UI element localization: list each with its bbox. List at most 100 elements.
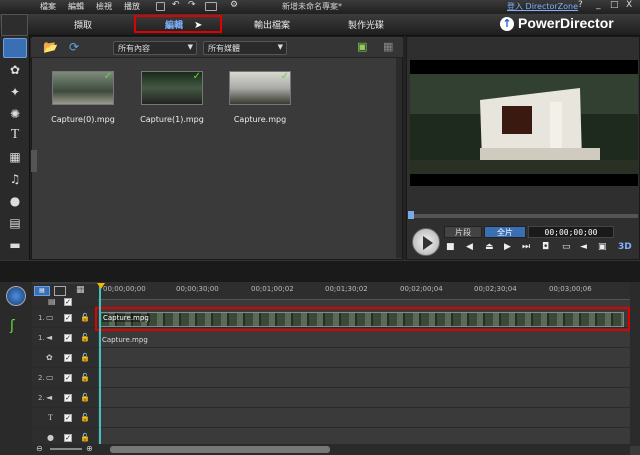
library-collapse-handle[interactable]: [31, 150, 37, 172]
all-tracks-checkbox[interactable]: ✓: [64, 298, 72, 306]
download-media-icon[interactable]: ⟳: [69, 40, 79, 54]
3d-mode-button[interactable]: 3D: [618, 242, 632, 252]
timeline-view-icon[interactable]: ▤: [34, 286, 50, 296]
storyboard-view-icon[interactable]: [54, 286, 66, 296]
timecode-display[interactable]: 00;00;00;00: [528, 226, 614, 238]
menu-file[interactable]: 檔案: [40, 1, 56, 12]
media-thumbnail[interactable]: ✓: [52, 71, 114, 105]
lock-icon[interactable]: 🔓: [80, 313, 90, 322]
media-thumbnail[interactable]: ✓: [229, 71, 291, 105]
lock-icon[interactable]: 🔓: [80, 373, 90, 382]
tab-disc[interactable]: 製作光碟: [348, 18, 384, 31]
minimize-button[interactable]: _: [596, 0, 601, 10]
snapshot-icon[interactable]: ◘: [542, 242, 549, 252]
fx-room-icon[interactable]: ✿: [6, 62, 24, 78]
voice-over-room-icon[interactable]: ●: [6, 193, 24, 209]
track-list-icon: ▤: [48, 297, 56, 306]
timeline-vertical-scrollbar[interactable]: [630, 282, 640, 446]
maximize-button[interactable]: □: [610, 0, 619, 10]
menu-view[interactable]: 檢視: [96, 1, 112, 12]
next-segment-icon[interactable]: ⏭: [522, 242, 530, 252]
track-enable-checkbox[interactable]: ✓: [64, 394, 72, 402]
audio-track-icon: ◄: [46, 333, 53, 342]
redo-icon[interactable]: ↷: [188, 0, 196, 10]
login-directorzone-link[interactable]: 登入 DirectorZone: [507, 1, 578, 12]
media-label: Capture(0).mpg: [51, 115, 115, 124]
settings-gear-icon[interactable]: ⚙: [230, 0, 238, 10]
track-enable-checkbox[interactable]: ✓: [64, 334, 72, 342]
tab-produce[interactable]: 輸出檔案: [254, 18, 290, 31]
particle-room-icon[interactable]: ✺: [6, 106, 24, 122]
library-delete-icon[interactable]: ▦: [383, 40, 393, 53]
next-frame-icon[interactable]: ▶: [504, 242, 511, 252]
volume-icon[interactable]: ◄: [580, 242, 587, 252]
lock-icon[interactable]: 🔓: [80, 353, 90, 362]
magic-tools-icon[interactable]: [6, 286, 26, 306]
zoom-slider[interactable]: [50, 448, 82, 450]
timeline-horizontal-scrollbar[interactable]: [110, 446, 330, 453]
media-filter-dropdown[interactable]: 所有媒體 ▼: [203, 41, 287, 55]
effect-track-icon: ✿: [46, 353, 53, 362]
media-library-panel: [31, 36, 403, 260]
video-track-row: 2. ▭ ✓ 🔓: [32, 369, 630, 388]
subtitle-room-icon[interactable]: ▬: [6, 237, 24, 253]
app-logo-icon: [1, 14, 28, 36]
import-folder-icon[interactable]: 📂: [43, 40, 58, 54]
audio-mixing-room-icon[interactable]: ♫: [6, 171, 24, 187]
title-room-icon[interactable]: T: [6, 127, 24, 143]
content-filter-dropdown[interactable]: 所有內容 ▼: [113, 41, 197, 55]
library-scrollbar[interactable]: [396, 58, 402, 258]
menu-play[interactable]: 播放: [124, 1, 140, 12]
undo-icon[interactable]: ↶: [172, 0, 180, 10]
panel-divider[interactable]: [0, 260, 640, 282]
zoom-in-icon[interactable]: ⊕: [86, 444, 93, 453]
undock-icon[interactable]: ▣: [598, 242, 607, 252]
chevron-down-icon: ▼: [187, 43, 193, 51]
ruler-tick: 00;00;30;00: [176, 285, 219, 293]
track-enable-checkbox[interactable]: ✓: [64, 314, 72, 322]
library-add-icon[interactable]: ▣: [357, 40, 367, 53]
pip-room-icon[interactable]: ✦: [6, 84, 24, 100]
track-enable-checkbox[interactable]: ✓: [64, 414, 72, 422]
title-track-row: T ✓ 🔓: [32, 409, 630, 428]
menu-edit[interactable]: 編輯: [68, 1, 84, 12]
help-button[interactable]: ?: [578, 0, 583, 10]
track-manager-icon[interactable]: ▦: [76, 285, 85, 295]
lock-icon[interactable]: 🔓: [80, 333, 90, 342]
playhead-marker[interactable]: [97, 283, 105, 289]
preview-quality-icon[interactable]: ▭: [562, 242, 571, 252]
track-number: 1.: [38, 334, 45, 342]
media-thumbnail[interactable]: ✓: [141, 71, 203, 105]
tab-capture[interactable]: 擷取: [74, 18, 92, 31]
previous-frame-icon[interactable]: ◀: [466, 242, 473, 252]
lock-icon[interactable]: 🔓: [80, 393, 90, 402]
split-tool-icon[interactable]: ʃ: [10, 318, 15, 334]
track-enable-checkbox[interactable]: ✓: [64, 434, 72, 442]
stop-icon[interactable]: ■: [446, 242, 455, 252]
media-room-icon[interactable]: [3, 38, 27, 58]
lock-icon[interactable]: 🔓: [80, 413, 90, 422]
save-icon[interactable]: [156, 2, 165, 11]
track-number: 1.: [38, 314, 45, 322]
transition-room-icon[interactable]: ▦: [6, 149, 24, 165]
track-enable-checkbox[interactable]: ✓: [64, 374, 72, 382]
timeline-playhead[interactable]: [99, 286, 101, 446]
audio-clip-label: Capture.mpg: [102, 336, 148, 344]
video-track-icon: ▭: [46, 373, 54, 382]
preview-seek-bar[interactable]: [410, 214, 638, 218]
aspect-icon[interactable]: [205, 2, 217, 11]
movie-mode-button[interactable]: 全片: [484, 226, 526, 238]
chevron-down-icon: ▼: [277, 43, 283, 51]
chapter-room-icon[interactable]: ▤: [6, 215, 24, 231]
play-button[interactable]: [412, 228, 440, 256]
track-enable-checkbox[interactable]: ✓: [64, 354, 72, 362]
clip-mode-button[interactable]: 片段: [444, 226, 482, 238]
close-button[interactable]: X: [626, 0, 632, 10]
lock-icon[interactable]: 🔓: [80, 433, 90, 442]
seek-slider-handle[interactable]: [408, 211, 414, 219]
powerdirector-window: 檔案 編輯 檢視 播放 ↶ ↷ ⚙ 新增未命名專案* 登入 DirectorZo…: [0, 0, 640, 455]
fast-forward-icon[interactable]: ⏏: [485, 242, 494, 252]
preview-video: [410, 60, 638, 186]
used-check-icon: ✓: [103, 71, 112, 82]
zoom-out-icon[interactable]: ⊖: [36, 444, 43, 453]
